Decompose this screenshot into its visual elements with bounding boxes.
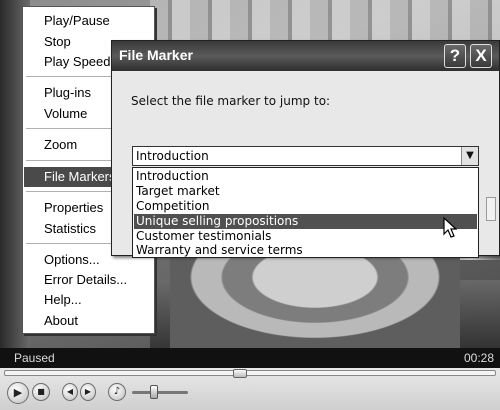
seek-thumb[interactable] [233, 369, 247, 378]
dialog-title: File Marker [119, 47, 193, 63]
dropdown-option-introduction[interactable]: Introduction [134, 169, 477, 184]
file-marker-select[interactable]: Introduction ▼ [132, 146, 479, 166]
dialog-titlebar[interactable]: File Marker ? X [112, 41, 499, 71]
video-shelf-detail [150, 0, 500, 40]
player-status-bar: Paused 00:28 [0, 348, 500, 368]
stop-icon[interactable]: ■ [32, 383, 50, 401]
dropdown-option-unique-selling-propositions[interactable]: Unique selling propositions [134, 214, 477, 229]
hidden-dialog-button[interactable] [486, 197, 496, 221]
volume-slider-track[interactable] [132, 391, 188, 394]
player-controls: ▶ ■ ◀ ▶ ♪ [0, 368, 500, 410]
playback-time: 00:28 [463, 351, 494, 365]
file-marker-dialog: File Marker ? X Select the file marker t… [111, 40, 500, 258]
dropdown-option-competition[interactable]: Competition [134, 199, 477, 214]
dialog-prompt: Select the file marker to jump to: [131, 94, 331, 108]
menu-item-about[interactable]: About [24, 311, 153, 331]
volume-slider-thumb[interactable] [150, 385, 158, 399]
playback-status: Paused [14, 351, 55, 365]
menu-item-play-pause[interactable]: Play/Pause [24, 11, 153, 31]
dropdown-option-target-market[interactable]: Target market [134, 184, 477, 199]
seek-bar[interactable] [4, 369, 496, 378]
help-button[interactable]: ? [444, 44, 466, 68]
previous-icon[interactable]: ◀ [62, 383, 78, 401]
dropdown-option-warranty[interactable]: Warranty and service terms [134, 243, 477, 258]
close-button[interactable]: X [470, 44, 492, 68]
select-current-value: Introduction [136, 149, 209, 163]
mouse-pointer-icon [443, 217, 457, 238]
chevron-down-icon[interactable]: ▼ [461, 147, 478, 165]
speaker-icon[interactable]: ♪ [108, 383, 126, 401]
menu-item-help[interactable]: Help... [24, 290, 153, 310]
menu-item-error-details[interactable]: Error Details... [24, 270, 153, 290]
file-marker-dropdown-list: Introduction Target market Competition U… [132, 167, 479, 258]
next-icon[interactable]: ▶ [80, 383, 96, 401]
dropdown-option-customer-testimonials[interactable]: Customer testimonials [134, 229, 477, 244]
play-icon[interactable]: ▶ [7, 382, 29, 404]
